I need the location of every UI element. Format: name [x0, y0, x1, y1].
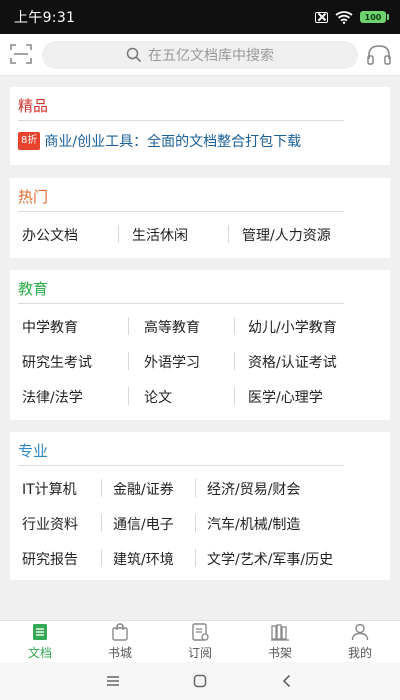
subscribe-icon: [192, 623, 209, 641]
battery-icon: 100: [360, 11, 389, 23]
column-separator: [195, 479, 196, 497]
search-placeholder: 在五亿文档库中搜索: [148, 48, 274, 64]
category-link[interactable]: 建筑/环境: [113, 549, 174, 569]
category-link[interactable]: 高等教育: [144, 317, 200, 337]
column-separator: [128, 317, 129, 335]
category-link[interactable]: 研究生考试: [22, 352, 92, 372]
status-time: 上午9:31: [14, 10, 76, 26]
hot-card: 热门 办公文档 生活休闲 管理/人力资源: [10, 178, 390, 258]
category-link[interactable]: 法律/法学: [22, 387, 83, 407]
category-link[interactable]: 论文: [144, 387, 172, 407]
nav-label: 书城: [107, 646, 132, 660]
nav-documents[interactable]: 文档: [0, 621, 80, 662]
deal-text: 商业/创业工具：全面的文档整合打包下载: [44, 134, 302, 150]
column-separator: [128, 387, 129, 405]
column-separator: [195, 514, 196, 532]
nav-subscribe[interactable]: 订阅: [160, 621, 240, 662]
professional-title: 专业: [18, 442, 49, 460]
category-link[interactable]: 通信/电子: [113, 514, 174, 534]
home-icon[interactable]: [192, 673, 208, 689]
category-link[interactable]: 金融/证券: [113, 479, 174, 499]
headphone-icon[interactable]: [366, 43, 392, 67]
category-link[interactable]: 汽车/机械/制造: [207, 514, 300, 534]
sim-off-icon: [315, 11, 328, 23]
category-link[interactable]: 行业资料: [22, 514, 78, 534]
scan-icon[interactable]: [10, 44, 32, 64]
nav-label: 书架: [267, 646, 292, 660]
category-link[interactable]: 研究报告: [22, 549, 78, 569]
system-nav-bar: [0, 662, 400, 700]
category-link[interactable]: 幼儿/小学教育: [248, 317, 337, 337]
person-icon: [351, 623, 369, 641]
column-separator: [101, 549, 102, 567]
category-link[interactable]: 生活休闲: [132, 225, 188, 245]
column-separator: [195, 549, 196, 567]
search-input[interactable]: 在五亿文档库中搜索: [42, 41, 358, 69]
category-link[interactable]: 经济/贸易/财会: [207, 479, 300, 499]
category-link[interactable]: IT计算机: [22, 479, 77, 499]
hot-title: 热门: [18, 188, 49, 206]
wifi-icon: [335, 10, 353, 24]
bottom-nav: 文档 书城 订阅 书架 我的: [0, 620, 400, 662]
category-link[interactable]: 文学/艺术/军事/历史: [207, 549, 333, 569]
nav-bookstore[interactable]: 书城: [80, 621, 160, 662]
category-link[interactable]: 外语学习: [144, 352, 200, 372]
document-icon: [33, 624, 47, 640]
back-icon[interactable]: [279, 673, 295, 689]
menu-icon[interactable]: [105, 673, 121, 689]
bag-icon: [112, 623, 128, 641]
category-link[interactable]: 办公文档: [22, 225, 78, 245]
education-title: 教育: [18, 280, 49, 298]
education-card: 教育 中学教育 高等教育 幼儿/小学教育 研究生考试 外语学习 资格/认证考试 …: [10, 270, 390, 420]
search-header: 在五亿文档库中搜索: [0, 34, 400, 76]
column-separator: [101, 514, 102, 532]
status-bar: 上午9:31 100: [0, 0, 400, 34]
column-separator: [101, 479, 102, 497]
column-separator: [234, 352, 235, 370]
hot-divider: [18, 211, 344, 212]
bookshelf-icon: [271, 624, 289, 641]
discount-badge: 8折: [18, 132, 41, 150]
education-divider: [18, 303, 344, 304]
nav-label: 订阅: [187, 646, 212, 660]
column-separator: [128, 352, 129, 370]
nav-label: 我的: [347, 646, 372, 660]
category-link[interactable]: 管理/人力资源: [242, 225, 331, 245]
professional-divider: [18, 465, 344, 466]
column-separator: [234, 317, 235, 335]
nav-bookshelf[interactable]: 书架: [240, 621, 320, 662]
search-icon: [126, 47, 142, 63]
status-icons: 100: [315, 10, 389, 24]
nav-label: 文档: [27, 646, 52, 660]
featured-divider: [18, 120, 344, 121]
featured-deal-link[interactable]: 8折 商业/创业工具：全面的文档整合打包下载: [18, 131, 301, 151]
featured-card: 精品 8折 商业/创业工具：全面的文档整合打包下载: [10, 87, 390, 165]
category-link[interactable]: 医学/心理学: [248, 387, 323, 407]
featured-title: 精品: [18, 97, 49, 115]
category-link[interactable]: 资格/认证考试: [248, 352, 337, 372]
category-link[interactable]: 中学教育: [22, 317, 78, 337]
column-separator: [228, 225, 229, 243]
professional-card: 专业 IT计算机 金融/证券 经济/贸易/财会 行业资料 通信/电子 汽车/机械…: [10, 432, 390, 580]
column-separator: [234, 387, 235, 405]
nav-profile[interactable]: 我的: [320, 621, 400, 662]
column-separator: [118, 225, 119, 243]
